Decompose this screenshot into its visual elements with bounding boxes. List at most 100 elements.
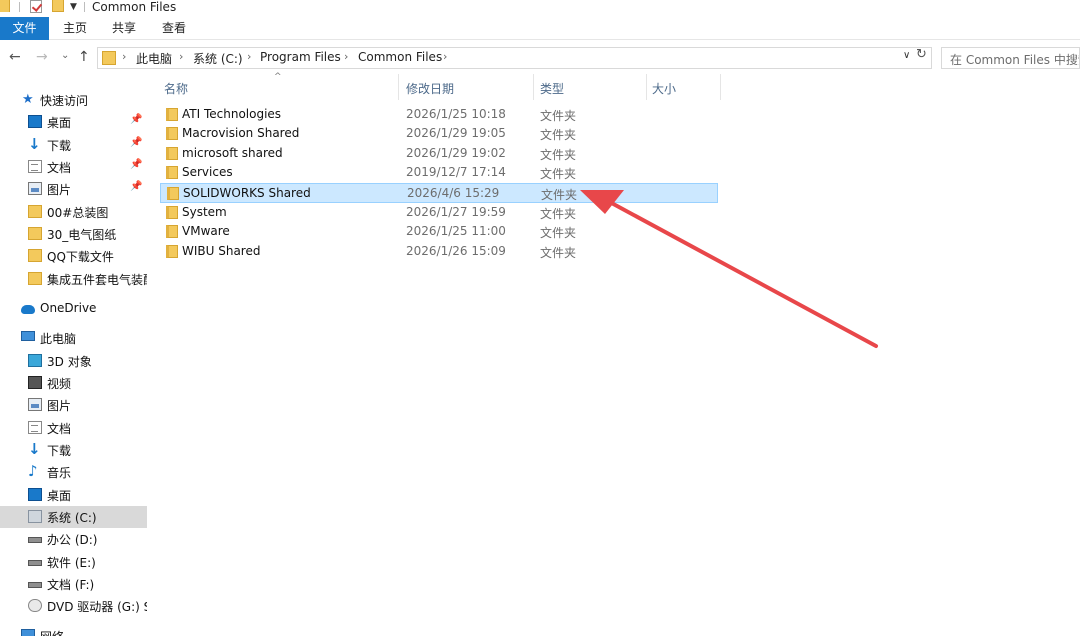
file-name: Macrovision Shared xyxy=(182,126,300,140)
sidebar-item-desktop[interactable]: 桌面 📌 xyxy=(0,111,147,133)
sidebar-item-this-pc[interactable]: 此电脑 xyxy=(0,327,147,349)
file-type: 文件夹 xyxy=(540,226,577,240)
file-date: 2019/12/7 17:14 xyxy=(406,165,506,179)
customize-toolbar-icon[interactable]: ▼ xyxy=(70,2,77,12)
new-folder-icon[interactable] xyxy=(52,0,64,12)
sidebar-item-folder[interactable]: 30_电气图纸 xyxy=(0,223,147,245)
column-header-name[interactable]: 名称 xyxy=(160,74,398,100)
sidebar-item-label: 系统 (C:) xyxy=(47,511,97,525)
sidebar-item-drive-d[interactable]: 办公 (D:) xyxy=(0,528,147,550)
navigation-pane: ★ 快速访问 桌面 📌 ↓ 下载 📌 文档 📌 图片 📌 00#总装图 30_电… xyxy=(0,74,147,636)
file-date: 2026/1/29 19:05 xyxy=(406,126,506,140)
folder-icon xyxy=(166,147,178,160)
sidebar-item-drive-e[interactable]: 软件 (E:) xyxy=(0,551,147,573)
file-date: 2026/1/27 19:59 xyxy=(406,205,506,219)
chevron-down-icon[interactable]: ∨ xyxy=(903,50,910,61)
file-name: ATI Technologies xyxy=(182,107,282,121)
sidebar-item-folder[interactable]: 00#总装图 xyxy=(0,201,147,223)
breadcrumb-common-files[interactable]: Common Files xyxy=(358,50,442,64)
address-bar[interactable]: › 此电脑 › 系统 (C:) › Program Files › Common… xyxy=(97,47,932,69)
sidebar-item-folder[interactable]: 集成五件套电气装配 xyxy=(0,268,147,290)
sidebar-item-quick-access[interactable]: ★ 快速访问 xyxy=(0,89,147,111)
file-row[interactable]: VMware 2026/1/25 11:00 文件夹 xyxy=(160,222,718,242)
breadcrumb-this-pc[interactable]: 此电脑 xyxy=(136,50,172,67)
pin-icon[interactable]: 📌 xyxy=(130,181,142,192)
sidebar-item-videos[interactable]: 视频 xyxy=(0,372,147,394)
chevron-right-icon[interactable]: › xyxy=(344,50,348,63)
tab-view[interactable]: 查看 xyxy=(161,17,187,40)
music-note-icon: ♪ xyxy=(28,462,38,480)
sidebar-item-label: 软件 (E:) xyxy=(47,556,96,570)
chevron-right-icon[interactable]: › xyxy=(247,50,251,63)
sidebar-item-dvd-g[interactable]: DVD 驱动器 (G:) SolidWorks xyxy=(0,595,147,617)
breadcrumb-program-files[interactable]: Program Files xyxy=(260,50,341,64)
chevron-right-icon[interactable]: › xyxy=(179,50,183,63)
picture-icon xyxy=(28,398,42,411)
sidebar-item-3d-objects[interactable]: 3D 对象 xyxy=(0,350,147,372)
properties-icon[interactable] xyxy=(30,0,42,13)
sidebar-item-downloads[interactable]: ↓ 下载 📌 xyxy=(0,134,147,156)
column-header-type[interactable]: 类型 xyxy=(534,74,646,100)
sidebar-item-label: 此电脑 xyxy=(40,332,77,346)
file-row[interactable]: Services 2019/12/7 17:14 文件夹 xyxy=(160,163,718,183)
pin-icon[interactable]: 📌 xyxy=(130,114,142,125)
file-row[interactable]: System 2026/1/27 19:59 文件夹 xyxy=(160,203,718,223)
sidebar-item-label: QQ下载文件 xyxy=(47,250,114,264)
tab-share[interactable]: 共享 xyxy=(111,17,137,40)
tab-file[interactable]: 文件 xyxy=(0,17,49,40)
sidebar-item-documents[interactable]: 文档 xyxy=(0,417,147,439)
sidebar-item-label: 桌面 xyxy=(47,116,72,130)
folder-icon xyxy=(166,206,178,219)
sidebar-item-pictures[interactable]: 图片 📌 xyxy=(0,178,147,200)
file-name: microsoft shared xyxy=(182,146,283,160)
sidebar-item-documents[interactable]: 文档 📌 xyxy=(0,156,147,178)
navigation-bar: ← → ⌄ ↑ › 此电脑 › 系统 (C:) › Program Files … xyxy=(0,41,1080,73)
picture-icon xyxy=(28,182,42,195)
sidebar-item-label: 音乐 xyxy=(47,466,72,480)
chevron-right-icon[interactable]: › xyxy=(443,50,447,63)
up-arrow-icon[interactable]: ↑ xyxy=(78,49,90,65)
folder-icon xyxy=(102,51,116,65)
drive-icon xyxy=(28,560,42,566)
column-header-size[interactable]: 大小 xyxy=(647,74,720,100)
sidebar-item-music[interactable]: ♪ 音乐 xyxy=(0,461,147,483)
search-input[interactable]: 在 Common Files 中搜索 xyxy=(941,47,1080,69)
sidebar-item-onedrive[interactable]: OneDrive xyxy=(0,298,147,320)
sidebar-item-system-c[interactable]: 系统 (C:) xyxy=(0,506,147,528)
sidebar-item-downloads[interactable]: ↓ 下载 xyxy=(0,439,147,461)
sidebar-item-drive-f[interactable]: 文档 (F:) xyxy=(0,573,147,595)
breadcrumb-system-c[interactable]: 系统 (C:) xyxy=(193,50,243,67)
sidebar-item-label: 文档 xyxy=(47,161,72,175)
sidebar-item-label: 视频 xyxy=(47,377,72,391)
sidebar-item-network[interactable]: 网络 xyxy=(0,625,147,636)
forward-arrow-icon[interactable]: → xyxy=(36,49,48,65)
chevron-right-icon[interactable]: › xyxy=(122,50,126,63)
file-row[interactable]: Macrovision Shared 2026/1/29 19:05 文件夹 xyxy=(160,124,718,144)
folder-icon xyxy=(166,225,178,238)
file-row-selected[interactable]: SOLIDWORKS Shared 2026/4/6 15:29 文件夹 xyxy=(160,183,718,203)
sidebar-item-folder[interactable]: QQ下载文件 xyxy=(0,245,147,267)
pin-icon[interactable]: 📌 xyxy=(130,137,142,148)
download-icon: ↓ xyxy=(28,440,41,458)
folder-icon xyxy=(28,227,42,240)
file-row[interactable]: WIBU Shared 2026/1/26 15:09 文件夹 xyxy=(160,242,718,262)
tab-home[interactable]: 主页 xyxy=(62,17,88,40)
back-arrow-icon[interactable]: ← xyxy=(9,49,21,65)
document-icon xyxy=(28,160,42,173)
sidebar-item-desktop[interactable]: 桌面 xyxy=(0,484,147,506)
ribbon: 文件 主页 共享 查看 xyxy=(0,17,1080,40)
sidebar-item-label: 网络 xyxy=(40,628,64,636)
recent-locations-icon[interactable]: ⌄ xyxy=(61,50,69,61)
file-row[interactable]: microsoft shared 2026/1/29 19:02 文件夹 xyxy=(160,144,718,164)
film-icon xyxy=(28,376,42,389)
refresh-icon[interactable]: ↻ xyxy=(916,47,927,62)
star-icon: ★ xyxy=(22,92,34,107)
column-header-modified[interactable]: 修改日期 xyxy=(399,74,533,100)
file-row[interactable]: ATI Technologies 2026/1/25 10:18 文件夹 xyxy=(160,105,718,125)
pin-icon[interactable]: 📌 xyxy=(130,159,142,170)
column-divider[interactable] xyxy=(720,74,721,100)
sidebar-item-label: 30_电气图纸 xyxy=(47,228,117,242)
column-header-label: 修改日期 xyxy=(406,82,455,96)
sidebar-item-pictures[interactable]: 图片 xyxy=(0,394,147,416)
file-date: 2026/1/26 15:09 xyxy=(406,244,506,258)
